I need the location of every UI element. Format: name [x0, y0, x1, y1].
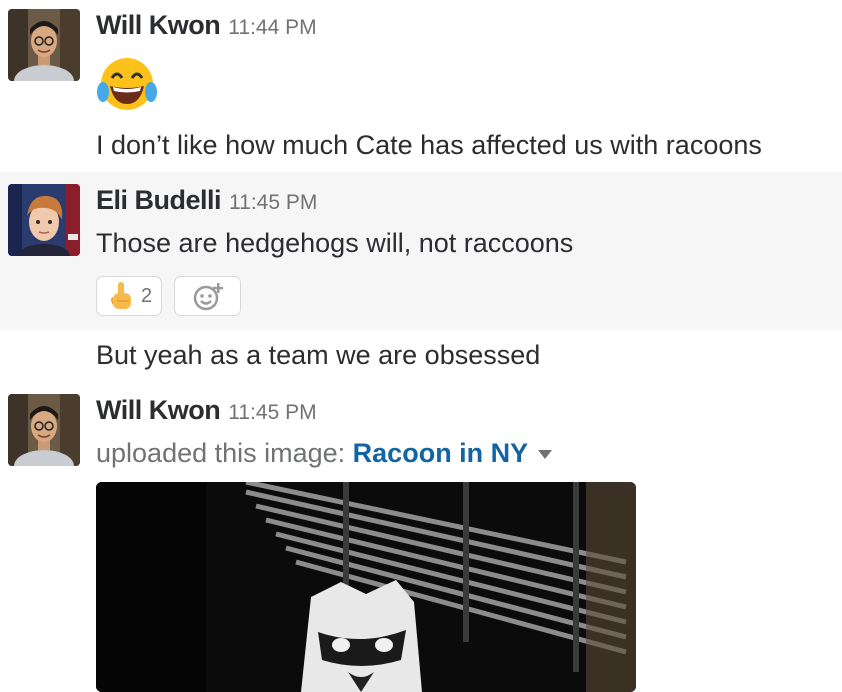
message-text-followup: But yeah as a team we are obsessed	[96, 340, 541, 370]
author-name[interactable]: Will Kwon 11:45 PM	[96, 395, 317, 426]
author-name-text[interactable]: Will Kwon	[96, 10, 221, 40]
timestamp[interactable]: 11:45 PM	[228, 401, 316, 424]
laughing-emoji	[96, 56, 158, 112]
avatar-will-kwon[interactable]	[8, 394, 80, 466]
avatar-will-kwon[interactable]	[8, 9, 80, 81]
upload-line: uploaded this image: Racoon in NY	[96, 438, 553, 469]
author-name-text[interactable]: Will Kwon	[96, 395, 221, 425]
timestamp[interactable]: 11:45 PM	[229, 191, 317, 214]
timestamp[interactable]: 11:44 PM	[228, 16, 316, 39]
avatar-eli-budelli[interactable]	[8, 184, 80, 256]
author-name-text[interactable]: Eli Budelli	[96, 185, 222, 215]
dropdown-caret-icon[interactable]	[538, 450, 553, 460]
file-link[interactable]: Racoon in NY	[353, 438, 529, 468]
add-reaction-icon	[191, 281, 225, 311]
add-reaction-button[interactable]	[174, 276, 241, 316]
reaction-pill[interactable]: 2	[96, 276, 162, 316]
upload-prefix: uploaded this image:	[96, 438, 353, 468]
author-name[interactable]: Will Kwon 11:44 PM	[96, 10, 317, 41]
message-text: I don’t like how much Cate has affected …	[96, 130, 762, 160]
message-text: Those are hedgehogs will, not raccoons	[96, 228, 574, 258]
uploaded-image-preview[interactable]	[96, 482, 636, 692]
pointing-up-icon	[107, 281, 135, 311]
reaction-count: 2	[141, 285, 153, 307]
author-name[interactable]: Eli Budelli 11:45 PM	[96, 185, 317, 216]
